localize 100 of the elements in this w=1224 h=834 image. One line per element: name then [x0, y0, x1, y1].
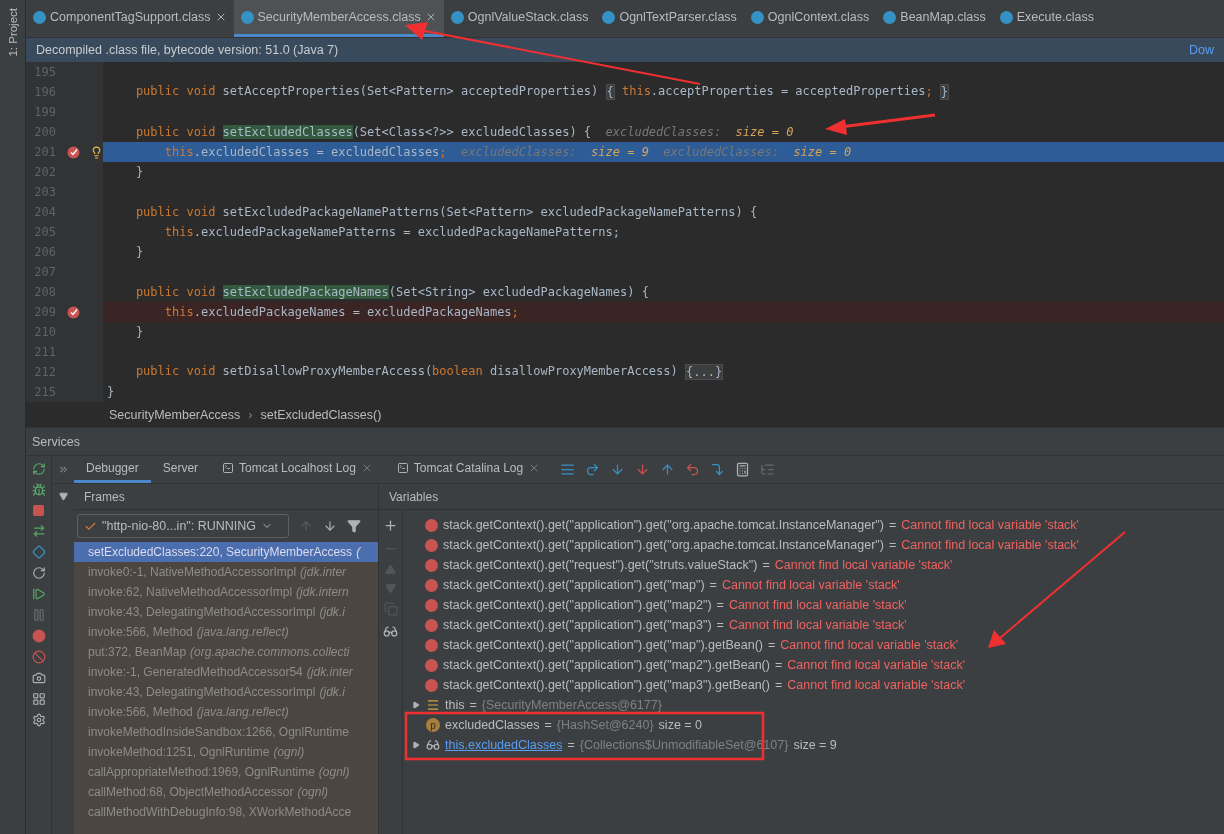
equals-sign: =: [716, 618, 724, 632]
debug-tab[interactable]: Debugger: [74, 456, 151, 483]
error-icon: [425, 678, 438, 692]
editor-tab[interactable]: OgnlContext.class: [743, 0, 877, 37]
equals-sign: =: [774, 658, 783, 672]
run-to-cursor-icon[interactable]: [710, 462, 726, 477]
frame-item[interactable]: invoke0:-1, NativeMethodAccessorImpl (jdk.inter: [74, 562, 378, 582]
package-name: (jdk.intern: [296, 585, 349, 599]
editor-tab[interactable]: BeanMap.class: [876, 0, 993, 37]
list-icon[interactable]: [760, 462, 776, 477]
chevrons-icon[interactable]: [57, 464, 69, 475]
frame-item[interactable]: invoke:-1, GeneratedMethodAccessor54 (jdk.inter: [74, 662, 378, 682]
expand-arrow-icon[interactable]: [412, 701, 420, 709]
watch-expression: stack.getContext().get("application").get("map2"): [443, 598, 712, 612]
mute-breakpoints-icon[interactable]: [31, 650, 46, 664]
collapse-triangle-icon[interactable]: [58, 492, 68, 501]
error-message: Cannot find local variable 'stack': [774, 558, 953, 572]
editor-tab[interactable]: OgnlValueStack.class: [443, 0, 596, 37]
editor-tab[interactable]: Execute.class: [992, 0, 1101, 37]
breakpoint-icon[interactable]: [66, 145, 80, 159]
calculator-icon[interactable]: [735, 462, 751, 477]
down-arrow-icon[interactable]: [323, 519, 337, 533]
refresh-icon[interactable]: [31, 566, 46, 580]
diamond-icon[interactable]: [31, 545, 46, 559]
error-icon: [425, 558, 438, 572]
frame-item[interactable]: invoke:43, DelegatingMethodAccessorImpl (jdk.i: [74, 602, 378, 622]
frame-item[interactable]: invokeMethodInsideSandbox:1266, OgnlRuntime: [74, 722, 378, 742]
frame-item[interactable]: invokeMethod:1251, OgnlRuntime (ognl): [74, 742, 378, 762]
frame-item[interactable]: invoke:62, NativeMethodAccessorImpl (jdk.intern: [74, 582, 378, 602]
camera-icon[interactable]: [31, 671, 46, 685]
code-text: public void setExcludedPackageNames(Set<String> excludedPackageNames) {: [134, 285, 649, 299]
code-text: public void setAcceptProperties(Set<Pattern> acceptedProperties) { this.acceptProperties = acceptedProperties; }: [134, 84, 950, 100]
class-file-icon: [750, 10, 764, 24]
lightbulb-icon[interactable]: [90, 145, 103, 159]
breadcrumb-item[interactable]: setExcludedClasses(): [260, 407, 382, 422]
watch-expression: stack.getContext().get("request").get("struts.valueStack"): [443, 558, 758, 572]
resume-icon[interactable]: [31, 587, 46, 601]
error-message: Cannot find local variable 'stack': [787, 658, 966, 672]
package-name: (jdk.i: [319, 685, 345, 699]
editor-tab[interactable]: OgnlTextParser.class: [595, 0, 744, 37]
editor-tab[interactable]: SecurityMemberAccess.class: [233, 0, 444, 37]
breadcrumb-item[interactable]: SecurityMemberAccess: [109, 407, 241, 422]
code-text: }: [134, 245, 144, 259]
frame-item[interactable]: invoke:43, DelegatingMethodAccessorImpl (jdk.i: [74, 682, 378, 702]
step-out-icon[interactable]: [660, 462, 676, 477]
watch-expression: stack.getContext().get("application").get("map3"): [443, 618, 712, 632]
debug-tab[interactable]: Tomcat Localhost Log: [210, 456, 385, 483]
code-text: }: [134, 165, 144, 179]
equals-sign: =: [567, 738, 575, 752]
class-file-icon: [450, 10, 464, 24]
package-name: (ognl): [273, 745, 305, 759]
expand-arrow-icon[interactable]: [412, 741, 420, 749]
download-link[interactable]: Dow: [1189, 43, 1214, 57]
class-file-icon: [999, 10, 1013, 24]
settings-icon[interactable]: [31, 713, 46, 727]
frame-item[interactable]: setExcludedClasses:220, SecurityMemberAccess (: [74, 542, 378, 562]
breakpoint-icon[interactable]: [66, 305, 80, 319]
step-over-icon[interactable]: [585, 462, 601, 477]
error-icon: [425, 538, 438, 552]
thread-dropdown[interactable]: "http-nio-80...in": RUNNING: [77, 514, 289, 538]
debug-tab[interactable]: Server: [150, 456, 211, 483]
bug-icon[interactable]: [31, 483, 46, 497]
class-file-icon: [33, 10, 46, 24]
package-name: (jdk.inter: [300, 565, 347, 579]
variable-value: {SecurityMemberAccess@6177}: [481, 698, 662, 712]
frame-item[interactable]: callMethod:68, ObjectMethodAccessor (ognl): [74, 782, 378, 802]
menu-icon[interactable]: [560, 462, 576, 477]
layout-icon[interactable]: [31, 692, 46, 706]
package-name: (: [356, 545, 361, 559]
frame-item[interactable]: invoke:566, Method (java.lang.reflect): [74, 622, 378, 642]
equals-sign: =: [709, 578, 717, 592]
arrows-icon[interactable]: [31, 524, 46, 538]
breakpoints-icon[interactable]: [31, 629, 46, 643]
pause-icon[interactable]: [31, 608, 46, 622]
force-step-into-icon[interactable]: [635, 462, 651, 477]
console-icon: [396, 462, 409, 474]
package-name: (ognl): [297, 785, 329, 799]
debug-tab[interactable]: Tomcat Catalina Log: [384, 456, 553, 483]
stop-icon[interactable]: [32, 504, 45, 517]
code-text: public void setExcludedPackageNamePatterns(Set<Pattern> excludedPackageNamePatterns) {: [134, 205, 758, 219]
filter-icon[interactable]: [347, 519, 361, 533]
frame-item[interactable]: invoke:566, Method (java.lang.reflect): [74, 702, 378, 722]
plus-icon[interactable]: [383, 518, 398, 533]
class-file-icon: [602, 10, 616, 24]
error-icon: [425, 598, 438, 612]
glasses-icon[interactable]: [383, 624, 398, 639]
code-text: }: [134, 325, 144, 339]
rerun-icon[interactable]: [31, 462, 46, 476]
frame-item[interactable]: callAppropriateMethod:1969, OgnlRuntime (ognl): [74, 762, 378, 782]
project-tool-tab[interactable]: 1: Project: [6, 8, 19, 57]
editor-tab[interactable]: ComponentTagSupport.class: [26, 0, 234, 37]
equals-sign: =: [469, 698, 477, 712]
step-into-icon[interactable]: [610, 462, 626, 477]
equals-sign: =: [768, 638, 776, 652]
error-icon: [425, 638, 438, 652]
equals-sign: =: [762, 558, 770, 572]
drop-frame-icon[interactable]: [685, 462, 701, 477]
package-name: (java.lang.reflect): [196, 625, 289, 639]
frame-item[interactable]: callMethodWithDebugInfo:98, XWorkMethodAcce: [74, 802, 378, 822]
frame-item[interactable]: put:372, BeanMap (org.apache.commons.collecti: [74, 642, 378, 662]
